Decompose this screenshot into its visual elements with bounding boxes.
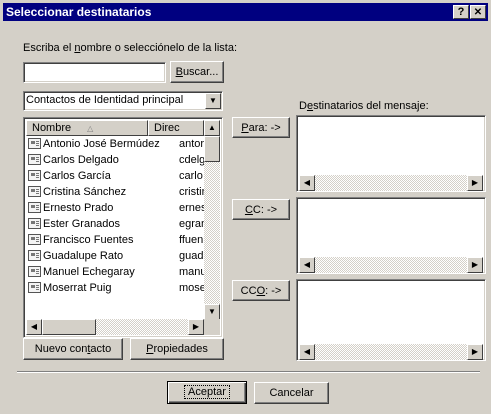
contact-row[interactable]: Carlos Delgado cdelg xyxy=(26,152,206,168)
contact-card-icon xyxy=(28,218,41,229)
bcc-recipients-box[interactable]: ◀ ▶ xyxy=(296,279,486,361)
scroll-right-icon[interactable]: ▶ xyxy=(188,319,204,335)
contact-email: cdelg xyxy=(179,154,206,166)
cc-recipients-box[interactable]: ◀ ▶ xyxy=(296,197,486,274)
contacts-list[interactable]: Nombre △ Direc Antonio José Bermúdez antor… xyxy=(23,117,223,338)
cancel-button[interactable]: Cancelar xyxy=(254,382,329,404)
contact-name: Ernesto Prado xyxy=(43,202,114,214)
contacts-rows: Antonio José Bermúdez antor Carlos Delgado… xyxy=(26,136,206,318)
select-recipients-dialog: Seleccionar destinatarios ? ✕ Escriba el… xyxy=(0,0,491,414)
contact-email: mose xyxy=(179,282,206,294)
ok-label: Aceptar xyxy=(184,385,230,399)
to-horizontal-scrollbar[interactable]: ◀ ▶ xyxy=(299,175,483,191)
cc-horizontal-scrollbar[interactable]: ◀ ▶ xyxy=(299,257,483,273)
contact-email: guad xyxy=(179,250,204,262)
contact-email: carlo xyxy=(179,170,203,182)
scroll-left-icon[interactable]: ◀ xyxy=(299,175,315,191)
contact-card-icon xyxy=(28,170,41,181)
bcc-button[interactable]: CCO: -> xyxy=(232,280,290,301)
scroll-up-icon[interactable]: ▲ xyxy=(204,120,220,136)
scroll-left-icon[interactable]: ◀ xyxy=(26,319,42,335)
contact-email: egran xyxy=(179,218,206,230)
scroll-right-icon[interactable]: ▶ xyxy=(467,257,483,273)
contact-card-icon xyxy=(28,154,41,165)
search-input[interactable] xyxy=(23,62,166,83)
cc-button[interactable]: CC: -> xyxy=(232,199,290,220)
contact-email: ernes xyxy=(179,202,206,214)
contact-row[interactable]: Francisco Fuentes ffuen xyxy=(26,232,204,248)
contact-name: Carlos Delgado xyxy=(43,154,119,166)
to-button[interactable]: Para: -> xyxy=(232,117,290,138)
address-book-select[interactable]: Contactos de Identidad principal ▼ xyxy=(23,91,223,111)
ok-button[interactable]: Aceptar xyxy=(167,381,247,404)
search-button[interactable]: Buscar... xyxy=(170,61,224,83)
contact-card-icon xyxy=(28,234,41,245)
bcc-horizontal-scrollbar[interactable]: ◀ ▶ xyxy=(299,344,483,360)
contact-email: cristir xyxy=(179,186,206,198)
list-horizontal-scrollbar[interactable]: ◀ ▶ xyxy=(26,319,204,335)
title-bar: Seleccionar destinatarios ? ✕ xyxy=(3,3,488,21)
chevron-down-icon[interactable]: ▼ xyxy=(205,93,221,109)
divider xyxy=(17,371,480,373)
contact-name: Guadalupe Rato xyxy=(43,250,124,262)
contact-name: Moserrat Puig xyxy=(43,282,112,294)
recipients-label: Destinatarios del mensaje: xyxy=(299,100,429,112)
window-title: Seleccionar destinatarios xyxy=(6,5,152,19)
scroll-right-icon[interactable]: ▶ xyxy=(467,344,483,360)
search-label: Escriba el nombre o selecciónelo de la l… xyxy=(23,42,238,54)
vertical-scroll-thumb[interactable] xyxy=(204,136,220,162)
contact-email: manu xyxy=(179,266,206,278)
contact-card-icon xyxy=(28,186,41,197)
to-recipients-box[interactable]: ◀ ▶ xyxy=(296,115,486,192)
scroll-down-icon[interactable]: ▼ xyxy=(204,304,220,320)
list-vertical-scrollbar[interactable]: ▲ ▼ xyxy=(204,120,220,320)
scroll-left-icon[interactable]: ◀ xyxy=(299,257,315,273)
contact-name: Ester Granados xyxy=(43,218,121,230)
scroll-left-icon[interactable]: ◀ xyxy=(299,344,315,360)
contact-card-icon xyxy=(28,202,41,213)
contact-row[interactable]: Guadalupe Rato guad xyxy=(26,248,204,264)
contact-row[interactable]: Ester Granados egran xyxy=(26,216,206,232)
close-icon[interactable]: ✕ xyxy=(470,5,486,19)
contact-card-icon xyxy=(28,282,41,293)
scroll-right-icon[interactable]: ▶ xyxy=(467,175,483,191)
contact-email: antor xyxy=(179,138,205,150)
contact-name: Antonio José Bermúdez xyxy=(43,138,160,150)
contact-name: Cristina Sánchez xyxy=(43,186,127,198)
contact-row[interactable]: Antonio José Bermúdez antor xyxy=(26,136,204,152)
new-contact-button[interactable]: Nuevo contacto xyxy=(23,338,123,360)
contact-row[interactable]: Cristina Sánchez cristir xyxy=(26,184,206,200)
horizontal-scroll-thumb[interactable] xyxy=(42,319,96,335)
contact-row[interactable]: Moserrat Puig mose xyxy=(26,280,206,296)
scroll-corner xyxy=(204,319,220,335)
contact-email: ffuen xyxy=(179,234,204,246)
help-icon[interactable]: ? xyxy=(453,5,469,19)
contact-row[interactable]: Manuel Echegaray manu xyxy=(26,264,206,280)
contact-card-icon xyxy=(28,266,41,277)
properties-button[interactable]: Propiedades xyxy=(130,338,224,360)
contact-name: Francisco Fuentes xyxy=(43,234,134,246)
address-book-value: Contactos de Identidad principal xyxy=(26,94,184,106)
contact-name: Carlos García xyxy=(43,170,111,182)
contact-card-icon xyxy=(28,250,41,261)
contact-card-icon xyxy=(28,138,41,149)
contact-row[interactable]: Ernesto Prado ernes xyxy=(26,200,206,216)
contact-row[interactable]: Carlos García carlo xyxy=(26,168,204,184)
column-header-email[interactable]: Direc xyxy=(148,120,204,136)
column-header-name[interactable]: Nombre △ xyxy=(26,120,148,136)
contact-name: Manuel Echegaray xyxy=(43,266,135,278)
